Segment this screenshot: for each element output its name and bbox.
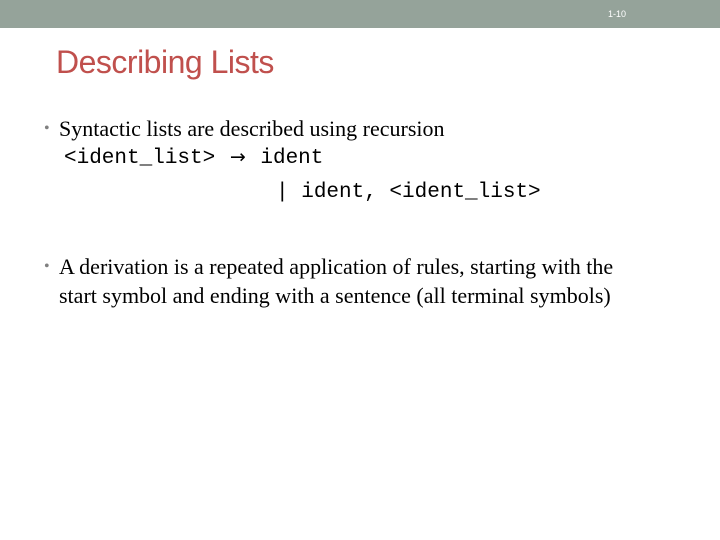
- slide-title: Describing Lists: [56, 44, 274, 80]
- slide-number: 1-10: [607, 9, 626, 19]
- grammar-lhs: <ident_list>: [64, 147, 216, 170]
- top-bar: 1-10: [0, 0, 720, 28]
- bullet-text-1: Syntactic lists are described using recu…: [59, 116, 445, 141]
- grammar-alternative-bar: |: [276, 181, 289, 204]
- bullet-marker-icon: •: [44, 120, 50, 137]
- bullet-item-1: • Syntactic lists are described using re…: [44, 114, 644, 143]
- bullet-item-2: • A derivation is a repeated application…: [44, 252, 644, 310]
- grammar-rule-line-1: <ident_list> → ident: [64, 146, 323, 170]
- grammar-rule-line-2: | ident, <ident_list>: [276, 181, 541, 204]
- grammar-rhs-2: ident, <ident_list>: [301, 181, 541, 204]
- derives-arrow-icon: →: [229, 146, 246, 168]
- grammar-rhs-1: ident: [260, 147, 324, 170]
- bullet-marker-icon: •: [44, 258, 50, 275]
- bullet-text-2: A derivation is a repeated application o…: [59, 254, 614, 308]
